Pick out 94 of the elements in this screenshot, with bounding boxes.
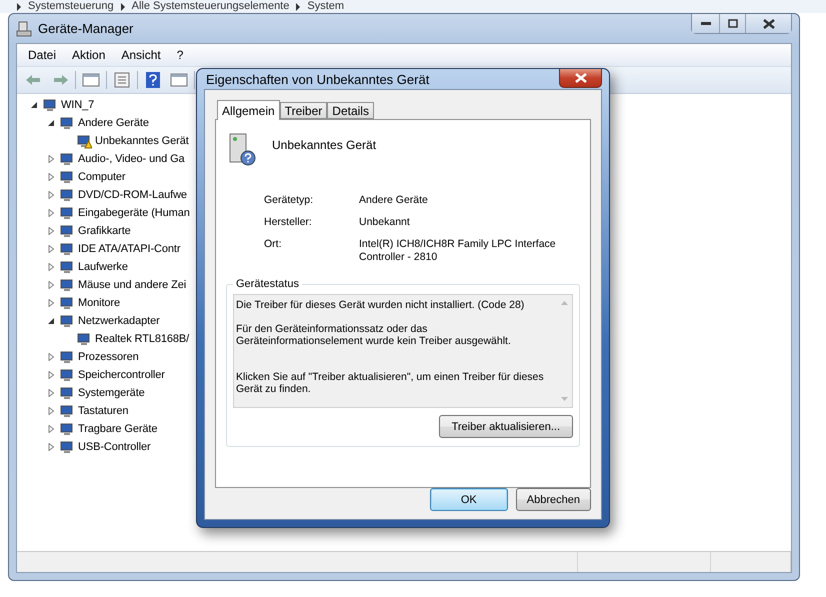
tab[interactable]: Details — [327, 102, 374, 119]
expand-arrow-icon[interactable] — [46, 442, 56, 452]
tab[interactable]: Treiber — [280, 102, 328, 119]
breadcrumb-item[interactable]: System — [307, 0, 344, 13]
device-icon — [59, 385, 75, 401]
device-icon — [59, 439, 75, 455]
expand-arrow-icon[interactable] — [46, 190, 56, 200]
property-value: Intel(R) ICH8/ICH8R Family LPC Interface Controller - 2810 — [359, 238, 557, 264]
tree-item[interactable]: Andere Geräte — [78, 117, 149, 129]
tree-item[interactable]: Grafikkarte — [78, 225, 131, 237]
property-label: Hersteller: — [264, 216, 313, 229]
breadcrumb-arrow-icon — [16, 2, 22, 10]
expand-arrow-icon[interactable] — [46, 226, 56, 236]
expand-arrow-icon[interactable] — [46, 244, 56, 254]
tree-item[interactable]: Prozessoren — [78, 351, 139, 363]
tree-item[interactable]: Mäuse und andere Zei — [78, 279, 186, 291]
property-value: Andere Geräte — [359, 194, 429, 207]
expand-arrow-icon[interactable] — [46, 172, 56, 182]
device-icon — [59, 367, 75, 383]
expand-arrow-icon[interactable] — [46, 352, 56, 362]
close-icon — [762, 18, 774, 28]
device-icon — [59, 349, 75, 365]
device-icon — [59, 205, 75, 221]
device-icon — [42, 97, 58, 113]
expand-arrow-icon[interactable] — [46, 424, 56, 434]
group-title: Gerätestatus — [235, 278, 300, 290]
tree-item[interactable]: USB-Controller — [78, 441, 151, 453]
expand-arrow-icon[interactable] — [46, 280, 56, 290]
property-value: Unbekannt — [359, 216, 411, 229]
expand-arrow-icon[interactable] — [46, 262, 56, 272]
tree-item[interactable]: Eingabegeräte (Human — [78, 207, 190, 219]
close-icon — [574, 73, 586, 83]
dialog-button[interactable]: Abbrechen — [516, 488, 591, 511]
tree-item[interactable]: Laufwerke — [78, 261, 128, 273]
expand-arrow-icon[interactable] — [46, 388, 56, 398]
breadcrumb-arrow-icon — [120, 2, 126, 10]
property-label: Ort: — [264, 238, 282, 252]
update-driver-button[interactable]: Treiber aktualisieren... — [438, 415, 573, 438]
close-button[interactable] — [745, 14, 791, 33]
device-icon — [59, 295, 75, 311]
collapse-arrow-icon[interactable] — [29, 100, 39, 110]
device-icon — [59, 277, 75, 293]
window-title: Geräte-Manager — [38, 21, 134, 36]
status-message: Klicken Sie auf "Treiber aktualisieren", um einen Treiber für dieses Gerät zu finden. — [236, 371, 545, 395]
breadcrumb-item[interactable]: Alle Systemsteuerungselemente — [132, 0, 290, 13]
tree-item[interactable]: Tastaturen — [78, 405, 128, 417]
breadcrumb-arrow-icon — [295, 2, 302, 10]
expand-arrow-icon[interactable] — [46, 370, 56, 380]
tree-item[interactable]: DVD/CD-ROM-Laufwe — [78, 189, 187, 201]
tree-item[interactable]: Monitore — [78, 297, 120, 309]
status-message: Für den Geräteinformationssatz oder das Geräteinformationselement wurde kein Treiber ausgewählt. — [236, 323, 512, 347]
tab[interactable]: Allgemein — [217, 100, 280, 120]
property-label: Gerätetyp: — [264, 194, 314, 207]
expand-arrow-icon[interactable] — [46, 298, 56, 308]
device-name: Unbekanntes Gerät — [272, 138, 376, 152]
tree-item[interactable]: WIN_7 — [61, 99, 94, 111]
device-icon — [59, 313, 75, 329]
tree-item[interactable]: Audio-, Video- und Ga — [78, 153, 185, 165]
dialog-title: Eigenschaften von Unbekanntes Gerät — [206, 72, 430, 86]
minimize-icon — [700, 22, 710, 26]
breadcrumb-item[interactable]: Systemsteuerung — [28, 0, 114, 13]
device-icon — [59, 241, 75, 257]
menu-item[interactable]: Aktion — [65, 48, 112, 62]
status-message: Die Treiber für dieses Gerät wurden nicht installiert. (Code 28) — [236, 299, 526, 311]
dialog-button[interactable]: OK — [430, 488, 508, 511]
collapse-arrow-icon[interactable] — [46, 316, 56, 326]
menu-item[interactable]: Ansicht — [114, 48, 168, 62]
maximize-icon — [728, 19, 738, 28]
menu-item[interactable]: ? — [170, 48, 190, 62]
tree-item[interactable]: Speichercontroller — [78, 369, 165, 381]
device-icon — [59, 115, 75, 131]
menu-item[interactable]: Datei — [21, 48, 64, 62]
tree-item[interactable]: IDE ATA/ATAPI-Contr — [78, 243, 180, 255]
device-icon — [59, 421, 75, 437]
expand-arrow-icon[interactable] — [46, 154, 56, 164]
close-button[interactable] — [559, 69, 602, 88]
device-icon — [59, 223, 75, 239]
device-icon — [59, 169, 75, 185]
tree-item[interactable]: Realtek RTL8168B/ — [95, 333, 190, 345]
device-icon — [59, 403, 75, 419]
device-icon — [59, 151, 75, 167]
device-icon — [59, 259, 75, 275]
tree-item[interactable]: Tragbare Geräte — [78, 423, 158, 435]
tree-item[interactable]: Netzwerkadapter — [78, 315, 160, 327]
tree-item[interactable]: Systemgeräte — [78, 387, 145, 399]
minimize-button[interactable] — [692, 14, 719, 33]
expand-arrow-icon[interactable] — [46, 208, 56, 218]
expand-arrow-icon[interactable] — [46, 406, 56, 416]
tree-item[interactable]: Unbekanntes Gerät — [95, 135, 189, 147]
collapse-arrow-icon[interactable] — [46, 118, 56, 128]
device-icon — [59, 187, 75, 203]
computer-icon — [16, 20, 32, 36]
maximize-button[interactable] — [719, 14, 745, 33]
tree-item[interactable]: Computer — [78, 171, 126, 183]
